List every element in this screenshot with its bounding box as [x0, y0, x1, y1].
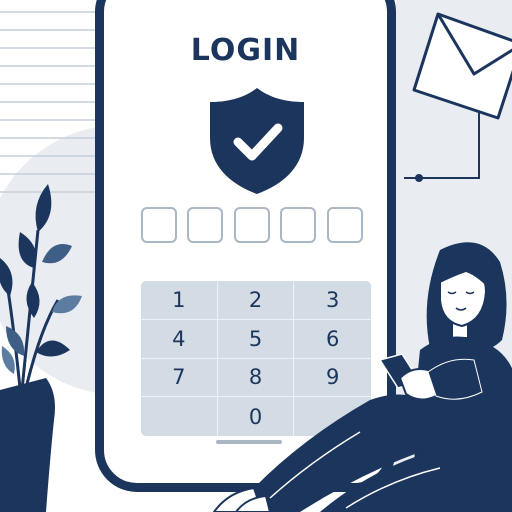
- verification-code-row: [141, 207, 368, 247]
- home-indicator: [216, 440, 282, 444]
- keypad-key-empty: [141, 397, 218, 436]
- numeric-keypad: 123 456 7890: [141, 281, 371, 436]
- keypad-key-0[interactable]: 0: [218, 397, 295, 436]
- keypad-key-2[interactable]: 2: [217, 281, 295, 320]
- code-box[interactable]: [327, 207, 363, 243]
- code-box[interactable]: [187, 207, 223, 243]
- keypad-key-8[interactable]: 8: [217, 358, 295, 398]
- code-box[interactable]: [141, 207, 177, 243]
- keypad-key-3[interactable]: 3: [294, 281, 371, 320]
- keypad-key-empty: [294, 397, 371, 436]
- illustration-scene: LOGIN 123 456 7890: [0, 0, 512, 512]
- keypad-key-6[interactable]: 6: [294, 320, 371, 359]
- login-title: LOGIN: [190, 33, 301, 68]
- keypad-key-5[interactable]: 5: [217, 319, 295, 359]
- phone-frame: LOGIN 123 456 7890: [95, 0, 396, 492]
- keypad-key-4[interactable]: 4: [141, 319, 218, 359]
- shield-check-icon: [210, 88, 304, 194]
- keypad-key-9[interactable]: 9: [294, 359, 371, 398]
- keypad-key-7[interactable]: 7: [141, 358, 218, 398]
- code-box[interactable]: [234, 207, 270, 243]
- background-panel: [396, 0, 512, 512]
- keypad-key-1[interactable]: 1: [141, 281, 218, 320]
- code-box[interactable]: [280, 207, 316, 243]
